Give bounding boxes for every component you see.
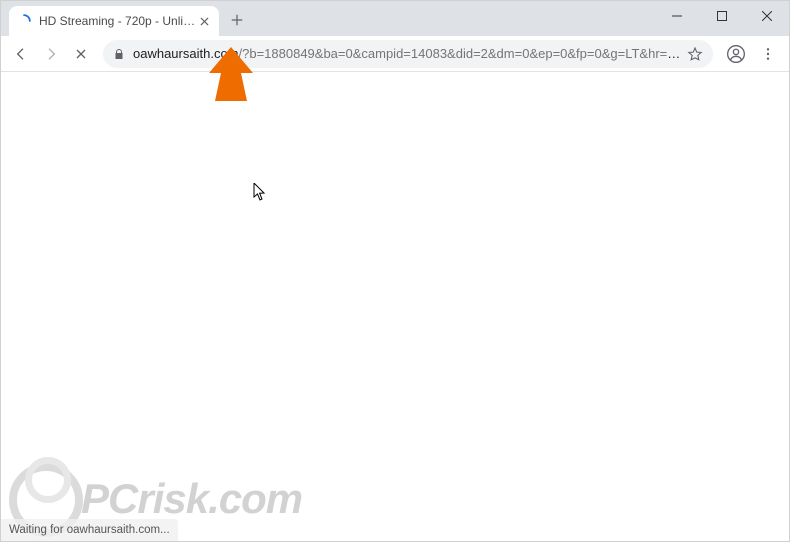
status-bar: Waiting for oawhaursaith.com...: [1, 519, 178, 541]
tab-strip: HD Streaming - 720p - Unlimited: [1, 1, 789, 36]
address-bar[interactable]: oawhaursaith.com/?b=1880849&ba=0&campid=…: [103, 40, 713, 68]
status-text: Waiting for oawhaursaith.com...: [9, 524, 170, 536]
profile-avatar-icon[interactable]: [721, 39, 751, 69]
url-path: /?b=1880849&ba=0&campid=14083&did=2&dm=0…: [239, 46, 682, 61]
url-domain: oawhaursaith.com: [133, 46, 239, 61]
maximize-button[interactable]: [699, 1, 744, 31]
minimize-button[interactable]: [654, 1, 699, 31]
tab-title: HD Streaming - 720p - Unlimited: [39, 14, 197, 28]
bookmark-star-icon[interactable]: [687, 46, 703, 62]
kebab-menu-icon[interactable]: [753, 39, 783, 69]
forward-button[interactable]: [37, 40, 65, 68]
lock-icon: [113, 48, 125, 60]
back-button[interactable]: [7, 40, 35, 68]
stop-reload-button[interactable]: [67, 40, 95, 68]
close-window-button[interactable]: [744, 1, 789, 31]
toolbar: oawhaursaith.com/?b=1880849&ba=0&campid=…: [1, 36, 789, 72]
browser-window: HD Streaming - 720p - Unlimited: [0, 0, 790, 542]
window-controls: [654, 1, 789, 31]
loading-spinner-icon: [17, 14, 31, 28]
new-tab-button[interactable]: [223, 6, 251, 34]
page-content: [1, 72, 789, 521]
url-text: oawhaursaith.com/?b=1880849&ba=0&campid=…: [133, 46, 681, 61]
tab-close-icon[interactable]: [197, 14, 211, 28]
browser-tab[interactable]: HD Streaming - 720p - Unlimited: [9, 6, 219, 36]
